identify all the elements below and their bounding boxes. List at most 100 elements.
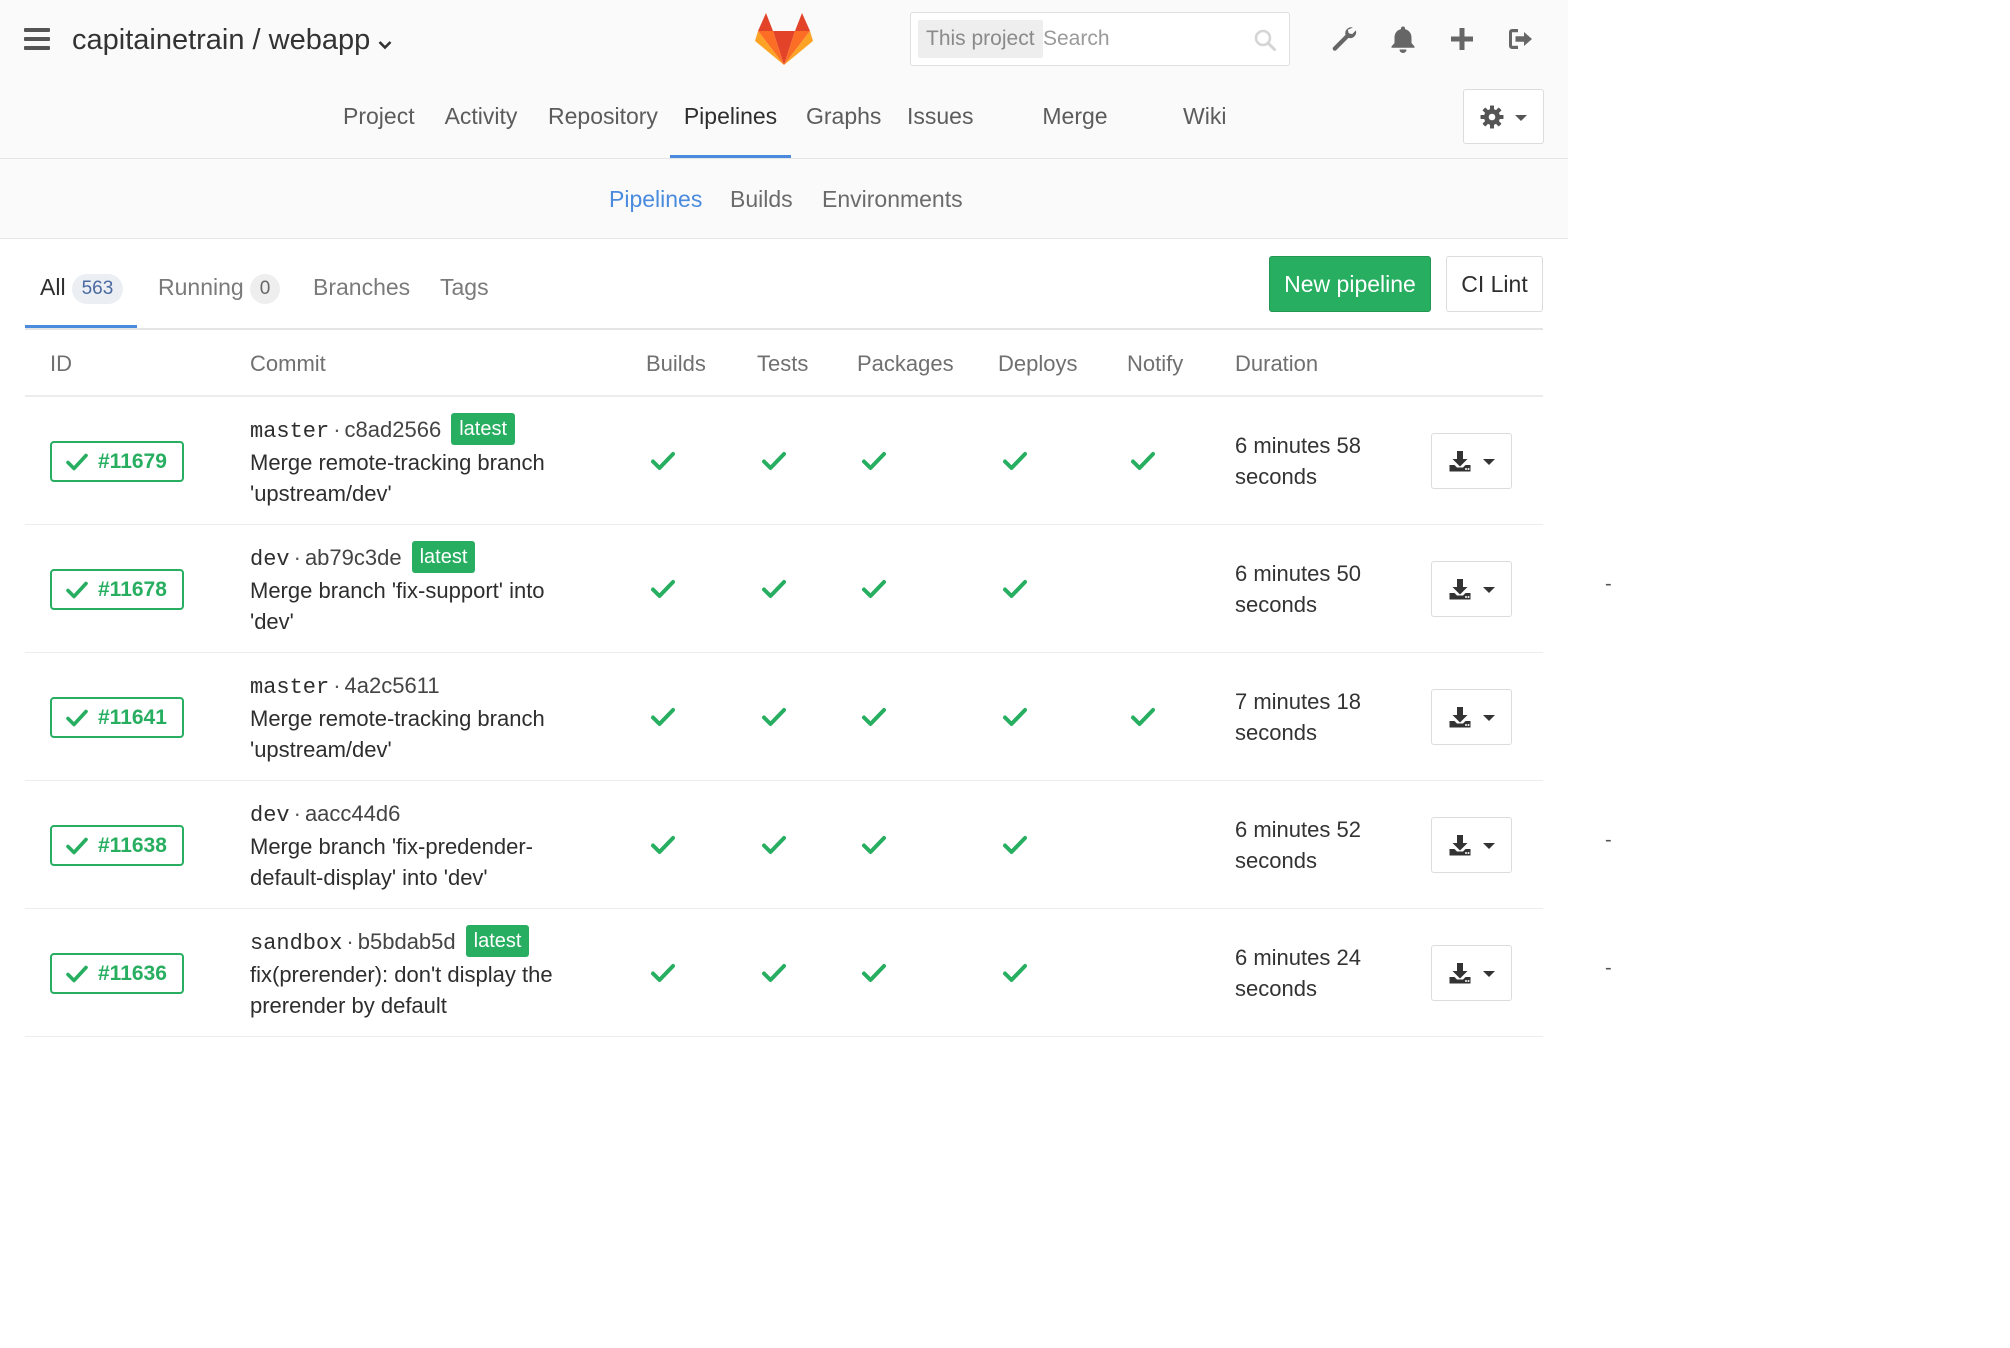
tab-all[interactable]: All 563 [25,270,137,328]
nav-issues[interactable]: Issues [907,90,973,158]
commit-message-line1[interactable]: Merge branch 'fix-predender- [250,831,610,862]
download-artifacts-button[interactable] [1431,689,1512,745]
stage-notify-empty: - [1605,957,1612,979]
subnav-builds[interactable]: Builds [730,183,793,215]
table-row: #11679 master · c8ad2566 latest Merge remote-… [25,397,1543,525]
new-pipeline-button[interactable]: New pipeline [1269,256,1431,312]
stage-tests-check-icon[interactable] [762,449,786,473]
stage-packages-check-icon[interactable] [862,961,886,985]
branch-ref[interactable]: dev [250,803,290,828]
stage-notify-empty: - [1605,573,1612,595]
branch-ref[interactable]: sandbox [250,931,342,956]
subnav-environments[interactable]: Environments [822,183,963,215]
commit-sha[interactable]: aacc44d6 [305,801,400,826]
check-icon [66,581,88,599]
pipelines-table: ID Commit Builds Tests Packages Deploys … [25,331,1612,1037]
stage-deploys-check-icon[interactable] [1003,577,1027,601]
stage-builds-check-icon[interactable] [651,577,675,601]
bell-icon[interactable] [1388,22,1418,56]
branch-ref[interactable]: dev [250,547,290,572]
stage-deploys-check-icon[interactable] [1003,961,1027,985]
settings-dropdown-button[interactable] [1463,89,1544,144]
nav-activity[interactable]: Activity [444,90,518,158]
stage-tests-check-icon[interactable] [762,961,786,985]
stage-builds-check-icon[interactable] [651,449,675,473]
commit-info: dev · aacc44d6 Merge branch 'fix-predender-… [250,797,610,893]
commit-message-line2[interactable]: 'dev' [250,606,610,637]
commit-message-line1[interactable]: Merge branch 'fix-support' into [250,575,610,606]
gitlab-logo[interactable] [754,12,814,66]
ci-lint-button[interactable]: CI Lint [1446,256,1543,312]
commit-message-line2[interactable]: 'upstream/dev' [250,478,610,509]
stage-deploys-check-icon[interactable] [1003,833,1027,857]
stage-packages-check-icon[interactable] [862,705,886,729]
pipeline-status-badge[interactable]: #11636 [50,953,184,994]
download-artifacts-button[interactable] [1431,817,1512,873]
stage-packages-check-icon[interactable] [862,577,886,601]
commit-sha[interactable]: b5bdab5d [358,929,456,954]
nav-repository[interactable]: Repository [548,90,658,158]
pipeline-status-badge[interactable]: #11678 [50,569,184,610]
caret-down-icon [1515,115,1527,121]
nav-graphs[interactable]: Graphs [806,90,881,158]
separator-dot: · [293,801,301,826]
nav-project[interactable]: Project [343,90,415,158]
stage-notify-empty: - [1605,829,1612,851]
branch-ref[interactable]: master [250,419,329,444]
stage-deploys-check-icon[interactable] [1003,449,1027,473]
tab-running[interactable]: Running 0 [158,270,281,328]
commit-sha[interactable]: c8ad2566 [345,417,442,442]
stage-deploys-check-icon[interactable] [1003,705,1027,729]
commit-message-line2[interactable]: 'upstream/dev' [250,734,610,765]
duration-line2: seconds [1235,976,1317,1001]
tab-running-label: Running [158,274,244,300]
tab-tags[interactable]: Tags [440,270,489,328]
commit-sha[interactable]: 4a2c5611 [345,673,440,698]
nav-pipelines[interactable]: Pipelines [670,90,791,158]
stage-builds-check-icon[interactable] [651,961,675,985]
table-row: #11678 dev · ab79c3de latest Merge branch 'fi… [25,525,1612,653]
separator-dot: · [346,929,354,954]
stage-builds-check-icon[interactable] [651,705,675,729]
commit-message-line2[interactable]: default-display' into 'dev' [250,862,610,893]
branch-ref[interactable]: master [250,675,329,700]
download-artifacts-button[interactable] [1431,945,1512,1001]
stage-packages-check-icon[interactable] [862,833,886,857]
download-artifacts-button[interactable] [1431,433,1512,489]
commit-sha[interactable]: ab79c3de [305,545,402,570]
stage-tests-check-icon[interactable] [762,577,786,601]
stage-notify-check-icon[interactable] [1131,449,1155,473]
commit-info: sandbox · b5bdab5d latest fix(prerender): do… [250,925,610,1021]
pipeline-id: #11638 [98,834,167,857]
column-commit: Commit [250,351,326,376]
stage-builds-check-icon[interactable] [651,833,675,857]
search-scope-label[interactable]: This project [918,20,1043,58]
column-duration: Duration [1235,351,1319,376]
pipeline-status-badge[interactable]: #11638 [50,825,184,866]
commit-message-line1[interactable]: Merge remote-tracking branch [250,703,610,734]
stage-tests-check-icon[interactable] [762,833,786,857]
stage-notify-check-icon[interactable] [1131,705,1155,729]
search-icon[interactable] [1253,28,1277,52]
stage-tests-check-icon[interactable] [762,705,786,729]
check-icon [66,965,88,983]
commit-message-line1[interactable]: fix(prerender): don't display the [250,959,610,990]
download-artifacts-button[interactable] [1431,561,1512,617]
sign-out-icon[interactable] [1506,22,1536,56]
pipeline-status-badge[interactable]: #11641 [50,697,184,738]
tab-branches[interactable]: Branches [313,270,410,328]
pipeline-id: #11641 [98,706,167,729]
nav-merge-requests[interactable]: Merge Requests [998,90,1152,181]
commit-message-line2[interactable]: prerender by default [250,990,610,1021]
search-input[interactable] [1043,19,1243,59]
hamburger-icon[interactable] [24,28,50,50]
wrench-icon[interactable] [1329,22,1359,56]
nav-wiki[interactable]: Wiki [1183,90,1226,158]
project-title[interactable]: capitainetrain / webapp [72,20,392,61]
subnav-pipelines[interactable]: Pipelines [609,183,702,215]
separator-dot: · [333,673,341,698]
stage-packages-check-icon[interactable] [862,449,886,473]
commit-message-line1[interactable]: Merge remote-tracking branch [250,447,610,478]
plus-icon[interactable] [1447,22,1477,56]
pipeline-status-badge[interactable]: #11679 [50,441,184,482]
